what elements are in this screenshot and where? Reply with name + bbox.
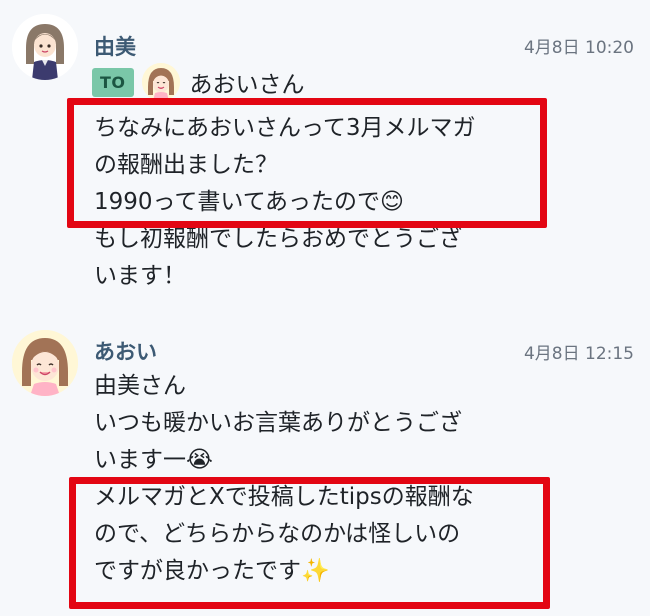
message-body: 由美さん いつも暖かいお言葉ありがとうござ います一😭 メルマガとXで投稿したt… — [94, 368, 544, 590]
user-avatar-aoi[interactable] — [12, 330, 78, 396]
mention-avatar-aoi[interactable] — [141, 63, 180, 101]
message-line: 1990って書いてあったので😊 — [94, 189, 404, 215]
message-line: ちなみにあおいさんって3月メルマガ — [94, 115, 476, 141]
user-avatar-yumi[interactable] — [12, 14, 78, 80]
message-body: ちなみにあおいさんって3月メルマガ の報酬出ました？ 1990って書いてあったの… — [94, 110, 544, 295]
to-badge: TO — [92, 67, 134, 97]
message-timestamp: 4月8日 10:20 — [523, 38, 634, 58]
message-line: もし初報酬でしたらおめでとうござ — [94, 226, 462, 252]
girl-brown-hair-avatar-icon — [12, 14, 78, 80]
mention-name: あおいさん — [189, 72, 305, 98]
message-line: います一😭 — [94, 447, 213, 473]
message-line: メルマガとXで投稿したtipsの報酬な — [94, 484, 474, 510]
message-yumi: 由美 4月8日 10:20 TO あおいさん ちなみにあおいさんって3月メルマガ — [0, 0, 650, 310]
message-line: いつも暖かいお言葉ありがとうござ — [94, 410, 462, 436]
smiling-girl-avatar-icon — [141, 63, 180, 101]
message-line: ので、どちらからなのかは怪しいの — [94, 521, 461, 547]
message-line: います！ — [94, 263, 186, 289]
smiling-girl-avatar-icon — [12, 330, 78, 396]
message-aoi: あおい 4月8日 12:15 由美さん いつも暖かいお言葉ありがとうござ います… — [0, 318, 650, 616]
mention-row: TO あおいさん — [92, 62, 305, 102]
sender-name: 由美 — [94, 35, 136, 59]
message-line: の報酬出ました？ — [94, 152, 278, 178]
message-timestamp: 4月8日 12:15 — [523, 344, 634, 364]
message-line: ですが良かったです✨ — [94, 558, 330, 584]
chat-timeline: 由美 4月8日 10:20 TO あおいさん ちなみにあおいさんって3月メルマガ — [0, 0, 650, 616]
message-line: 由美さん — [94, 373, 186, 399]
sender-name: あおい — [94, 340, 157, 364]
